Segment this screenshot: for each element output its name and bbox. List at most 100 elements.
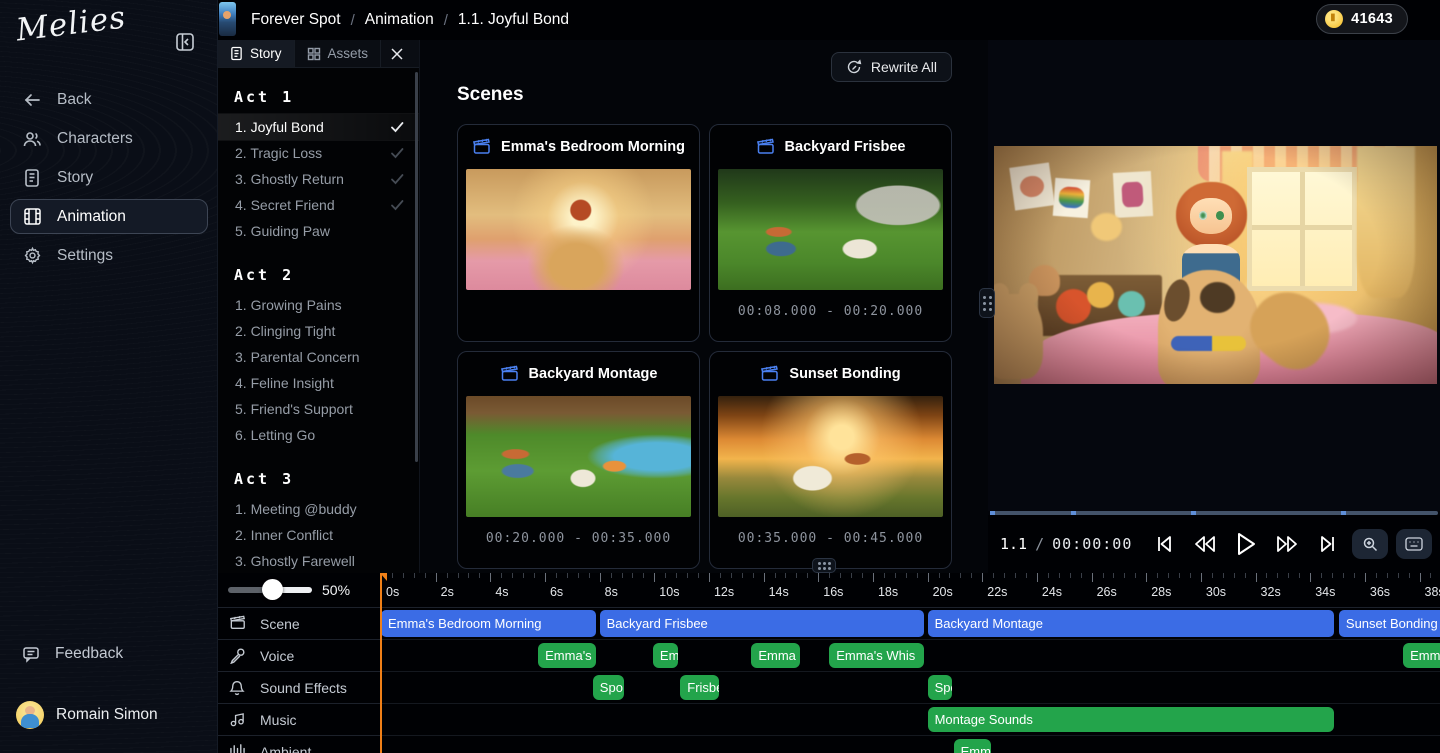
ruler-tick: [1321, 573, 1322, 578]
feedback-button[interactable]: Feedback: [10, 637, 208, 671]
ruler-tick: [949, 573, 950, 578]
timeline: 50% Scene Voice Sound Effects Music Ambi…: [218, 573, 1440, 753]
scene-card-emmas-bedroom-morning[interactable]: Emma's Bedroom Morning: [457, 124, 700, 342]
sidebar-item-story[interactable]: Story: [10, 160, 208, 195]
zoom-slider-thumb[interactable]: [262, 579, 283, 600]
film-icon: [22, 207, 42, 227]
act-item[interactable]: 5. Friend's Support: [218, 396, 419, 422]
credits-badge[interactable]: 41643: [1316, 4, 1408, 34]
play-button[interactable]: [1233, 531, 1259, 557]
act-item[interactable]: 1. Meeting @buddy: [218, 496, 419, 522]
timeline-minimap-scrollbar[interactable]: [990, 511, 1438, 515]
sidebar-item-characters[interactable]: Characters: [10, 121, 208, 156]
close-panel-icon[interactable]: [381, 40, 413, 67]
video-frame[interactable]: [994, 146, 1437, 384]
scene-thumbnail: [718, 169, 943, 290]
timeline-track-sound-effects[interactable]: Spo Frisbe Spo: [380, 672, 1440, 704]
timeline-clip-sfx[interactable]: Spo: [593, 675, 624, 700]
sidebar-item-label: Animation: [57, 208, 126, 226]
timeline-ruler[interactable]: 0s2s4s6s8s10s12s14s16s18s20s22s24s26s28s…: [380, 573, 1440, 608]
timeline-clip-sfx[interactable]: Frisbe: [680, 675, 719, 700]
project-thumbnail[interactable]: [219, 2, 236, 36]
act-item[interactable]: 2. Inner Conflict: [218, 522, 419, 548]
act-item[interactable]: 5. Guiding Paw: [218, 218, 419, 244]
act-item[interactable]: 4. Feline Insight: [218, 370, 419, 396]
act-item[interactable]: 3. Parental Concern: [218, 344, 419, 370]
timeline-clip-scene[interactable]: Backyard Frisbee: [600, 610, 925, 637]
clapperboard-icon: [760, 365, 780, 383]
timeline-clip-voice[interactable]: Emma: [1403, 643, 1440, 668]
timeline-clip-scene[interactable]: Sunset Bonding: [1339, 610, 1440, 637]
sidebar-collapse-icon[interactable]: [174, 31, 196, 53]
user-menu[interactable]: Romain Simon: [10, 697, 208, 733]
current-timecode: 00:00:00: [1052, 535, 1132, 553]
panel-resize-handle[interactable]: [979, 288, 995, 318]
timeline-clip-ambient[interactable]: Emma: [954, 739, 992, 753]
skip-end-button[interactable]: [1315, 531, 1341, 557]
timeline-track-music[interactable]: Montage Sounds: [380, 704, 1440, 736]
scene-card-backyard-frisbee[interactable]: Backyard Frisbee 00:08.000 - 00:20.000: [709, 124, 952, 342]
playback-bar: 1.1 / 00:00:00: [988, 515, 1440, 573]
timeline-clip-voice[interactable]: Emma: [751, 643, 800, 668]
timeline-track-scene[interactable]: Emma's Bedroom MorningBackyard FrisbeeBa…: [380, 608, 1440, 640]
act-item[interactable]: 2. Tragic Loss: [218, 140, 419, 166]
track-header-ambient[interactable]: Ambient: [218, 736, 380, 753]
act-item-label: 4. Secret Friend: [235, 197, 389, 213]
ruler-tick: [753, 573, 754, 578]
breadcrumb-project[interactable]: Forever Spot: [251, 11, 341, 29]
ruler-tick: [873, 573, 874, 582]
zoom-in-button[interactable]: [1352, 529, 1388, 559]
track-header-sound-effects[interactable]: Sound Effects: [218, 672, 380, 704]
sidebar-item-animation[interactable]: Animation: [10, 199, 208, 234]
sidebar-item-label: Story: [57, 169, 93, 187]
tab-story[interactable]: Story: [218, 40, 295, 67]
act-item[interactable]: 3. Ghostly Farewell: [218, 548, 419, 573]
timeline-clip-scene[interactable]: Backyard Montage: [928, 610, 1335, 637]
rewind-button[interactable]: [1192, 531, 1218, 557]
ruler-tick: [501, 573, 502, 578]
ruler-tick: [1387, 573, 1388, 578]
track-header-voice[interactable]: Voice: [218, 640, 380, 672]
skip-start-button[interactable]: [1151, 531, 1177, 557]
track-label: Sound Effects: [260, 680, 347, 696]
playhead[interactable]: [380, 573, 382, 753]
ruler-tick: [436, 573, 437, 582]
shortcuts-button[interactable]: [1396, 529, 1432, 559]
timeline-clip-voice[interactable]: Emma's Whis: [829, 643, 924, 668]
scene-card-backyard-montage[interactable]: Backyard Montage 00:20.000 - 00:35.000: [457, 351, 700, 569]
timeline-zoom-slider[interactable]: [228, 587, 312, 593]
track-header-scene[interactable]: Scene: [218, 608, 380, 640]
fast-forward-button[interactable]: [1274, 531, 1300, 557]
story-scrollbar[interactable]: [415, 72, 418, 462]
ruler-label: 26s: [1097, 585, 1117, 599]
act-item-label: 6. Letting Go: [235, 427, 405, 443]
act-item[interactable]: 1. Growing Pains: [218, 292, 419, 318]
ruler-label: 16s: [823, 585, 843, 599]
timeline-track-voice[interactable]: Emma's Emma Emma Emma's Whis Emma: [380, 640, 1440, 672]
sidebar-item-back[interactable]: Back: [10, 82, 208, 117]
act-item[interactable]: 3. Ghostly Return: [218, 166, 419, 192]
scene-thumbnail: [466, 396, 691, 517]
act-item[interactable]: 4. Secret Friend: [218, 192, 419, 218]
timeline-clip-music[interactable]: Montage Sounds: [928, 707, 1335, 732]
breadcrumb-episode[interactable]: 1.1. Joyful Bond: [458, 11, 569, 29]
act-item[interactable]: 1. Joyful Bond: [218, 114, 419, 140]
act-item[interactable]: 2. Clinging Tight: [218, 318, 419, 344]
timeline-clip-voice[interactable]: Emma's: [538, 643, 596, 668]
acts-list: Act 11. Joyful Bond2. Tragic Loss3. Ghos…: [218, 68, 419, 573]
timeline-clip-sfx[interactable]: Spo: [928, 675, 952, 700]
tab-assets[interactable]: Assets: [295, 40, 382, 67]
timeline-track-ambient[interactable]: Emma: [380, 736, 1440, 753]
track-header-music[interactable]: Music: [218, 704, 380, 736]
gear-icon: [22, 246, 42, 266]
breadcrumb: Forever Spot / Animation / 1.1. Joyful B…: [251, 0, 569, 40]
scene-card-sunset-bonding[interactable]: Sunset Bonding 00:35.000 - 00:45.000: [709, 351, 952, 569]
breadcrumb-section[interactable]: Animation: [365, 11, 434, 29]
timeline-resize-handle[interactable]: [812, 558, 836, 573]
timeline-clip-voice[interactable]: Emma: [653, 643, 678, 668]
sidebar-item-settings[interactable]: Settings: [10, 238, 208, 273]
act-item[interactable]: 6. Letting Go: [218, 422, 419, 448]
ruler-tick: [785, 573, 786, 578]
rewrite-all-button[interactable]: Rewrite All: [831, 52, 952, 82]
timeline-clip-scene[interactable]: Emma's Bedroom Morning: [381, 610, 596, 637]
